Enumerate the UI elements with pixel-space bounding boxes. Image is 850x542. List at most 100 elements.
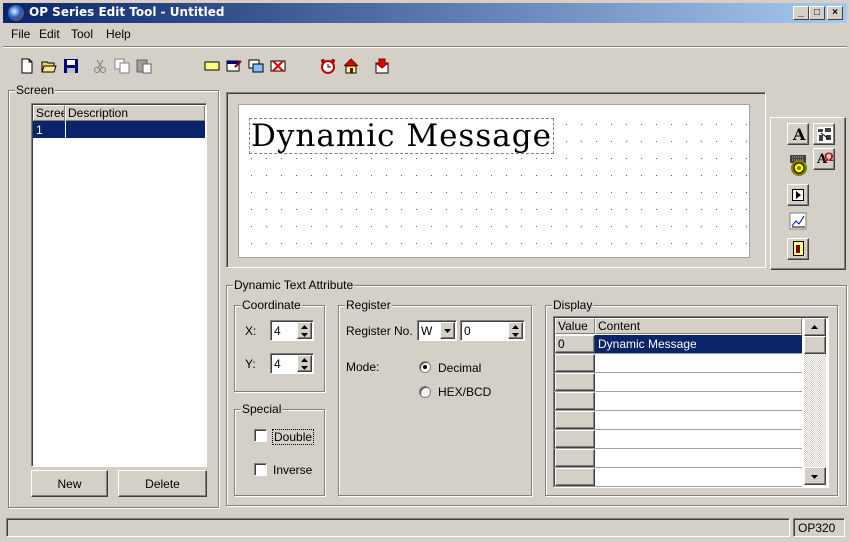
grid-dot (461, 226, 462, 227)
grid-dot (731, 226, 732, 227)
app-window: OP Series Edit Tool - Untitled _ □ × Fil… (0, 0, 850, 542)
alarm-text-icon[interactable]: A Ω (813, 148, 835, 170)
row-header-cell[interactable] (555, 373, 595, 391)
hex-bcd-radio[interactable] (419, 386, 431, 398)
trend-graph-icon[interactable] (787, 210, 809, 232)
row-header-cell[interactable] (555, 354, 595, 372)
download-icon[interactable] (371, 55, 393, 77)
display-table[interactable]: Value Content Dynamic Message 0 (553, 316, 829, 488)
paste-icon[interactable] (133, 55, 155, 77)
delete-screen-icon[interactable] (267, 55, 289, 77)
grid-dot (731, 141, 732, 142)
menu-edit[interactable]: Edit (39, 27, 60, 41)
maximize-button[interactable]: □ (809, 6, 825, 20)
grid-dot (671, 226, 672, 227)
grid-dot (491, 192, 492, 193)
grid-dot (641, 158, 642, 159)
grid-dot (281, 243, 282, 244)
menu-file[interactable]: File (11, 27, 30, 41)
double-label[interactable]: Double (272, 429, 315, 445)
table-row[interactable] (554, 411, 802, 430)
grid-dot (596, 175, 597, 176)
inverse-label[interactable]: Inverse (273, 463, 312, 477)
grid-dot (491, 175, 492, 176)
delete-button[interactable]: Delete (118, 470, 207, 497)
decimal-radio[interactable] (419, 361, 431, 373)
alarm-clock-icon[interactable] (317, 55, 339, 77)
row-header-cell[interactable] (555, 411, 595, 429)
hex-bcd-label[interactable]: HEX/BCD (438, 385, 491, 399)
register-type-dropdown-arrow[interactable] (440, 322, 455, 339)
close-button[interactable]: × (827, 6, 843, 20)
grid-dot (506, 175, 507, 176)
display-row-value: 0 (558, 337, 565, 351)
grid-dot (656, 158, 657, 159)
y-spinner[interactable]: 4 (270, 353, 314, 374)
grid-dot (581, 209, 582, 210)
table-row[interactable] (554, 430, 802, 449)
x-spinner[interactable]: 4 (270, 320, 314, 341)
grid-dot (626, 243, 627, 244)
static-text-icon[interactable]: A (787, 123, 809, 145)
save-icon[interactable] (60, 55, 82, 77)
screen-jump-icon[interactable] (787, 238, 809, 260)
minimize-button[interactable]: _ (793, 6, 809, 20)
display-col-value[interactable]: Value (555, 318, 595, 334)
double-checkbox[interactable] (254, 429, 267, 442)
grid-dot (671, 192, 672, 193)
copy-screen-icon[interactable] (245, 55, 267, 77)
row-header-cell[interactable] (555, 449, 595, 467)
x-spin-arrows[interactable] (297, 322, 312, 339)
dynamic-text-object[interactable]: Dynamic Message (249, 118, 554, 154)
lamp-icon[interactable] (787, 158, 809, 180)
row-header-cell[interactable] (555, 430, 595, 448)
home-icon[interactable] (340, 55, 362, 77)
table-row[interactable] (554, 468, 802, 487)
display-scrollbar[interactable] (804, 318, 826, 485)
menu-help[interactable]: Help (106, 27, 131, 41)
row-header-cell[interactable] (555, 468, 595, 486)
grid-dot (566, 175, 567, 176)
grid-dot (476, 192, 477, 193)
table-row[interactable] (554, 449, 802, 468)
table-row[interactable] (554, 373, 802, 392)
table-row[interactable] (554, 392, 802, 411)
scroll-down-button[interactable] (804, 467, 826, 485)
function-key-icon[interactable] (787, 184, 809, 206)
register-spin-arrows[interactable] (508, 322, 523, 339)
grid-dot (716, 124, 717, 125)
scroll-thumb[interactable] (804, 336, 826, 354)
new-file-icon[interactable] (16, 55, 38, 77)
grid-dot (431, 158, 432, 159)
table-row[interactable] (554, 354, 802, 373)
cut-icon[interactable] (89, 55, 111, 77)
display-col-content[interactable]: Content (595, 318, 802, 334)
add-screen-icon[interactable] (201, 55, 223, 77)
grid-dot (611, 175, 612, 176)
bitmap-icon[interactable] (813, 123, 835, 145)
open-folder-icon[interactable] (38, 55, 60, 77)
grid-dot (251, 243, 252, 244)
title-bar[interactable]: OP Series Edit Tool - Untitled _ □ × (3, 3, 847, 23)
grid-dot (506, 226, 507, 227)
grid-dot (536, 226, 537, 227)
table-row[interactable]: 1 (33, 121, 205, 138)
decimal-label[interactable]: Decimal (438, 361, 481, 375)
grid-dot (581, 141, 582, 142)
table-row[interactable]: Dynamic Message (595, 335, 802, 353)
screen-properties-icon[interactable] (223, 55, 245, 77)
row-header-cell[interactable] (555, 392, 595, 410)
menu-tool[interactable]: Tool (71, 27, 93, 41)
screen-col-description[interactable]: Description (65, 105, 205, 121)
register-type-select[interactable]: W (417, 320, 457, 341)
y-spin-arrows[interactable] (297, 355, 312, 372)
grid-dot (296, 243, 297, 244)
inverse-checkbox[interactable] (254, 463, 267, 476)
screen-list[interactable]: Scree Description 1 (31, 103, 207, 467)
screen-col-no[interactable]: Scree (33, 105, 65, 121)
lcd-canvas[interactable]: Dynamic Message (238, 104, 750, 258)
new-button[interactable]: New (31, 470, 108, 497)
register-number-spinner[interactable]: 0 (460, 320, 525, 341)
copy-icon[interactable] (111, 55, 133, 77)
scroll-up-button[interactable] (804, 318, 826, 336)
